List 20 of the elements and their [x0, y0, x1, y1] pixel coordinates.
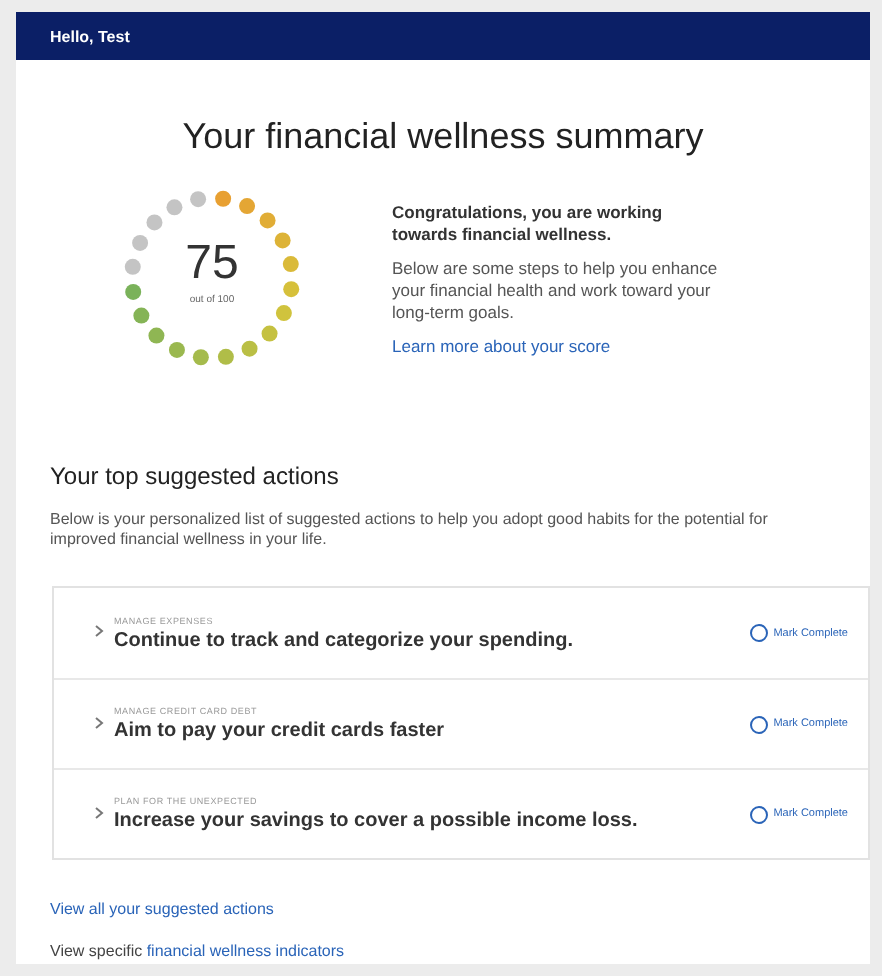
actions-description: Below is your personalized list of suggested actions to help you adopt good habits for the potential for improved financial wellness in your life.: [50, 510, 770, 550]
learn-more-link[interactable]: Learn more about your score: [392, 335, 611, 355]
action-text: Increase your savings to cover a possible income loss.: [114, 810, 640, 832]
chevron-icon: [93, 805, 103, 819]
complete-checkbox[interactable]: [749, 715, 768, 733]
action-text: Continue to track and categorize your spending.: [114, 629, 575, 651]
complete-checkbox[interactable]: [749, 805, 768, 823]
indicators-text: View specific financial wellness indicators: [50, 942, 347, 960]
view-all-link[interactable]: View all your suggested actions: [50, 900, 870, 918]
congrats-headline: Congratulations, you are working towards financial wellness.: [392, 201, 665, 245]
greeting: Hello, Test: [50, 27, 130, 45]
score-value: 75: [183, 238, 241, 290]
indicators-link[interactable]: financial wellness indicators: [146, 942, 345, 960]
actions-title: Your top suggested actions: [50, 462, 341, 490]
summary-title: Your financial wellness summary: [180, 116, 706, 158]
complete-checkbox[interactable]: [749, 624, 768, 642]
summary-text: Below are some steps to help you enhance your financial health and work toward your long-term goals.: [392, 257, 720, 323]
chevron-icon: [93, 624, 103, 638]
chevron-icon: [93, 715, 103, 729]
action-text: Aim to pay your credit cards faster: [114, 720, 447, 742]
